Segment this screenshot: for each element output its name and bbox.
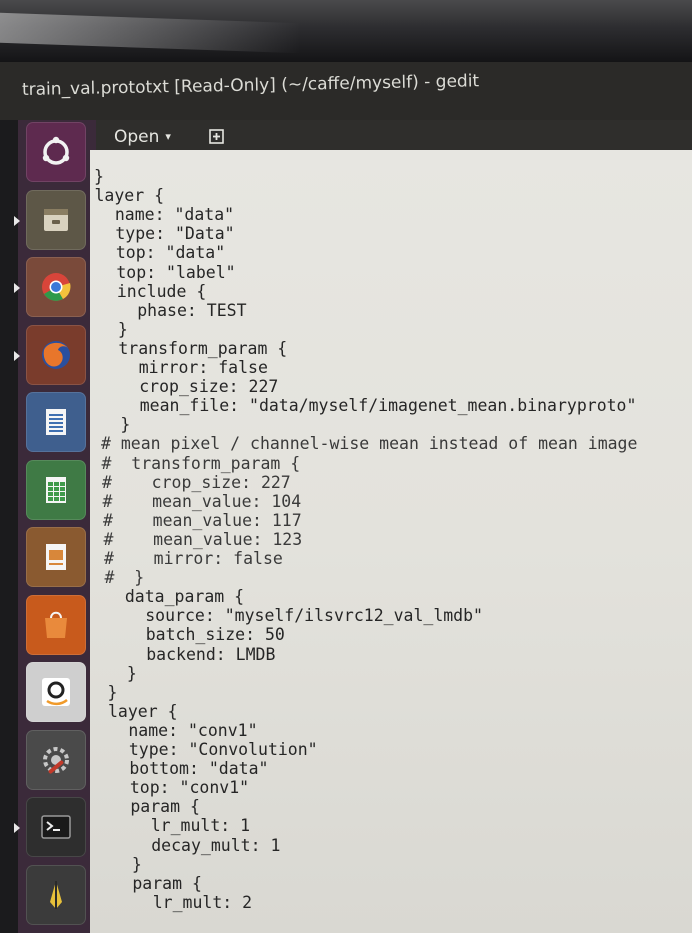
code-line: # } (104, 568, 145, 588)
files-icon (39, 203, 73, 237)
new-document-icon (209, 129, 224, 144)
code-line: batch_size: 50 (106, 625, 285, 645)
system-settings-icon (39, 743, 73, 777)
code-line: top: "label" (96, 262, 236, 282)
new-document-button[interactable] (204, 124, 230, 148)
launcher-item-firefox[interactable] (14, 324, 86, 385)
code-line: crop_size: 227 (99, 377, 279, 397)
code-line: } (112, 854, 142, 874)
ubuntu-dash-icon (39, 135, 73, 169)
running-indicator (14, 350, 20, 361)
chevron-down-icon: ▾ (165, 130, 171, 143)
open-button[interactable]: Open ▾ (104, 124, 181, 150)
code-line: top: "conv1" (110, 778, 250, 798)
pen-tool-icon (39, 878, 73, 912)
code-line: source: "myself/ilsvrc12_val_lmdb" (105, 606, 483, 626)
open-button-label: Open (114, 127, 160, 147)
launcher-item-chrome[interactable] (14, 257, 86, 317)
launcher-item-pen-tool[interactable] (26, 864, 86, 925)
code-line: include { (97, 281, 207, 301)
launcher-item-libreoffice-impress[interactable] (26, 527, 86, 587)
code-line: mirror: false (99, 358, 268, 377)
code-line: backend: LMDB (106, 644, 276, 664)
running-indicator (14, 215, 20, 226)
code-line: # mean_value: 104 (102, 491, 302, 511)
amazon-icon (39, 675, 73, 709)
code-line: # mean_value: 117 (103, 510, 302, 530)
code-line: mean_file: "data/myself/imagenet_mean.bi… (100, 396, 637, 416)
launcher-item-libreoffice-writer[interactable] (26, 392, 86, 452)
code-line: data_param { (105, 587, 245, 607)
code-line: lr_mult: 1 (111, 816, 251, 836)
libreoffice-impress-icon (39, 540, 73, 574)
chrome-icon (39, 270, 73, 304)
code-line: # crop_size: 227 (102, 472, 291, 492)
launcher-item-files[interactable] (14, 189, 86, 250)
unity-launcher (14, 120, 96, 933)
code-line: name: "data" (95, 205, 235, 225)
launcher-item-software-center[interactable] (26, 594, 86, 655)
launcher-item-system-settings[interactable] (26, 729, 86, 790)
launcher-item-amazon[interactable] (26, 662, 86, 722)
code-line: } (100, 415, 131, 435)
libreoffice-calc-icon (39, 473, 73, 507)
firefox-icon (39, 338, 73, 372)
code-line: } (107, 663, 137, 683)
code-line: decay_mult: 1 (111, 835, 281, 855)
libreoffice-writer-icon (39, 405, 73, 439)
code-content: } layer { name: "data" type: "Data" top: … (90, 150, 692, 933)
code-line: type: "Convolution" (109, 740, 318, 759)
software-center-icon (39, 608, 73, 642)
code-line: type: "Data" (95, 224, 235, 244)
code-line: } (107, 682, 118, 702)
code-line: bottom: "data" (109, 759, 269, 779)
code-line: name: "conv1" (108, 720, 258, 740)
text-editor-area[interactable]: } layer { name: "data" type: "Data" top: … (90, 150, 692, 933)
terminal-icon (39, 810, 73, 844)
code-line: } (98, 319, 128, 339)
launcher-item-libreoffice-calc[interactable] (26, 459, 86, 520)
launcher-item-ubuntu-dash[interactable] (26, 122, 86, 182)
launcher-item-terminal[interactable] (14, 797, 86, 857)
code-line: param { (110, 797, 200, 817)
code-line: # mean pixel / channel-wise mean instead… (101, 434, 638, 454)
code-line: } (94, 167, 104, 186)
code-line: # mirror: false (104, 549, 283, 568)
code-line: # transform_param { (101, 453, 301, 473)
code-line: layer { (108, 701, 178, 721)
monitor-bezel (0, 0, 692, 62)
code-line: top: "data" (96, 243, 226, 263)
running-indicator (14, 283, 20, 293)
code-line: param { (112, 873, 202, 893)
code-line: # mean_value: 123 (103, 529, 303, 549)
code-line: transform_param { (98, 338, 288, 358)
code-line: lr_mult: 2 (113, 892, 253, 912)
code-line: layer { (94, 186, 165, 206)
running-indicator (14, 823, 20, 833)
code-line: phase: TEST (97, 300, 247, 320)
screen-glare (0, 12, 300, 54)
